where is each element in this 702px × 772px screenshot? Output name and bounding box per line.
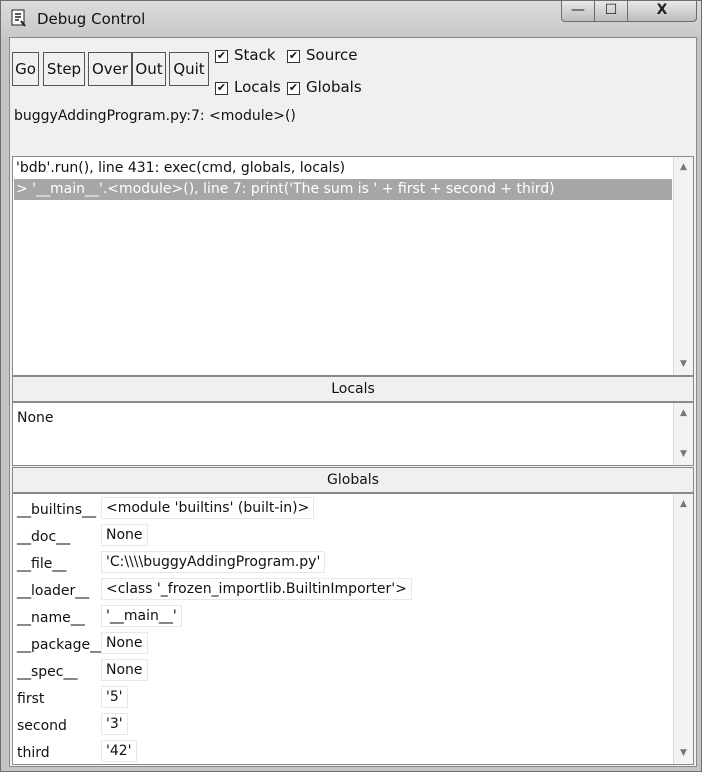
checkbox-mark: ✔ xyxy=(215,81,228,95)
global-value: 'C:\\\\buggyAddingProgram.py' xyxy=(101,551,326,573)
stack-frame-row[interactable]: 'bdb'.run(), line 431: exec(cmd, globals… xyxy=(14,158,672,179)
source-checkbox[interactable]: ✔ Source xyxy=(287,46,358,64)
out-button[interactable]: Out xyxy=(132,52,166,86)
globals-checkbox-label: Globals xyxy=(306,78,362,96)
locals-header: Locals xyxy=(12,376,694,402)
global-value: '3' xyxy=(101,713,128,735)
current-location-status: buggyAddingProgram.py:7: <module>() xyxy=(14,108,296,124)
global-value: '__main__' xyxy=(101,605,182,627)
over-button[interactable]: Over xyxy=(88,52,132,86)
locals-checkbox[interactable]: ✔ Locals xyxy=(215,78,281,96)
stack-checkbox[interactable]: ✔ Stack xyxy=(215,46,276,64)
scroll-down-arrow-icon[interactable]: ▼ xyxy=(677,448,690,461)
globals-panel[interactable]: __builtins__ <module 'builtins' (built-i… xyxy=(12,493,694,765)
stack-checkbox-label: Stack xyxy=(234,46,276,64)
global-name: __package__ xyxy=(17,637,105,653)
locals-checkbox-label: Locals xyxy=(234,78,281,96)
locals-panel[interactable]: None ▲ ▼ xyxy=(12,402,694,466)
global-name: __loader__ xyxy=(17,583,90,599)
stack-scrollbar[interactable]: ▲ ▼ xyxy=(673,157,693,375)
scroll-down-arrow-icon[interactable]: ▼ xyxy=(677,358,690,371)
global-value: None xyxy=(101,524,148,546)
locals-content: None xyxy=(17,410,54,426)
global-value: <module 'builtins' (built-in)> xyxy=(101,497,315,519)
global-value: None xyxy=(101,632,148,654)
globals-scrollbar[interactable]: ▲ ▼ xyxy=(673,494,693,764)
global-value: <class '_frozen_importlib.BuiltinImporte… xyxy=(101,578,412,600)
global-name: second xyxy=(17,718,67,734)
scroll-up-arrow-icon[interactable]: ▲ xyxy=(677,161,690,174)
step-button[interactable]: Step xyxy=(43,52,85,86)
stack-frame-row-selected[interactable]: > '__main__'.<module>(), line 7: print('… xyxy=(14,179,672,200)
checkbox-mark: ✔ xyxy=(287,49,300,63)
globals-checkbox[interactable]: ✔ Globals xyxy=(287,78,362,96)
global-name: __name__ xyxy=(17,610,85,626)
checkbox-mark: ✔ xyxy=(215,49,228,63)
global-name: first xyxy=(17,691,45,707)
scroll-up-arrow-icon[interactable]: ▲ xyxy=(677,498,690,511)
globals-header: Globals xyxy=(12,467,694,493)
go-button[interactable]: Go xyxy=(12,52,39,86)
source-checkbox-label: Source xyxy=(306,46,358,64)
close-button[interactable]: X xyxy=(627,1,697,22)
app-icon xyxy=(11,9,26,27)
debugger-client-area: Go Step Over Out Quit ✔ Stack ✔ Source ✔ Lo… xyxy=(9,37,697,767)
checkbox-mark: ✔ xyxy=(287,81,300,95)
minimize-button[interactable]: — xyxy=(561,1,595,22)
scroll-up-arrow-icon[interactable]: ▲ xyxy=(677,407,690,420)
global-name: __builtins__ xyxy=(17,502,97,518)
quit-button[interactable]: Quit xyxy=(169,52,209,86)
global-value: None xyxy=(101,659,148,681)
global-name: __doc__ xyxy=(17,529,71,545)
global-value: '5' xyxy=(101,686,128,708)
title-bar[interactable]: Debug Control — ☐ X xyxy=(1,1,701,37)
global-name: __file__ xyxy=(17,556,67,572)
debug-control-window: Debug Control — ☐ X Go Step Over Out Qui… xyxy=(0,0,702,772)
global-name: __spec__ xyxy=(17,664,78,680)
maximize-button[interactable]: ☐ xyxy=(594,1,628,22)
window-title: Debug Control xyxy=(37,10,146,28)
window-controls: — ☐ X xyxy=(561,1,701,23)
global-value: '42' xyxy=(101,740,137,762)
scroll-down-arrow-icon[interactable]: ▼ xyxy=(677,747,690,760)
stack-panel[interactable]: 'bdb'.run(), line 431: exec(cmd, globals… xyxy=(12,156,694,376)
global-name: third xyxy=(17,745,50,761)
locals-scrollbar[interactable]: ▲ ▼ xyxy=(673,403,693,465)
